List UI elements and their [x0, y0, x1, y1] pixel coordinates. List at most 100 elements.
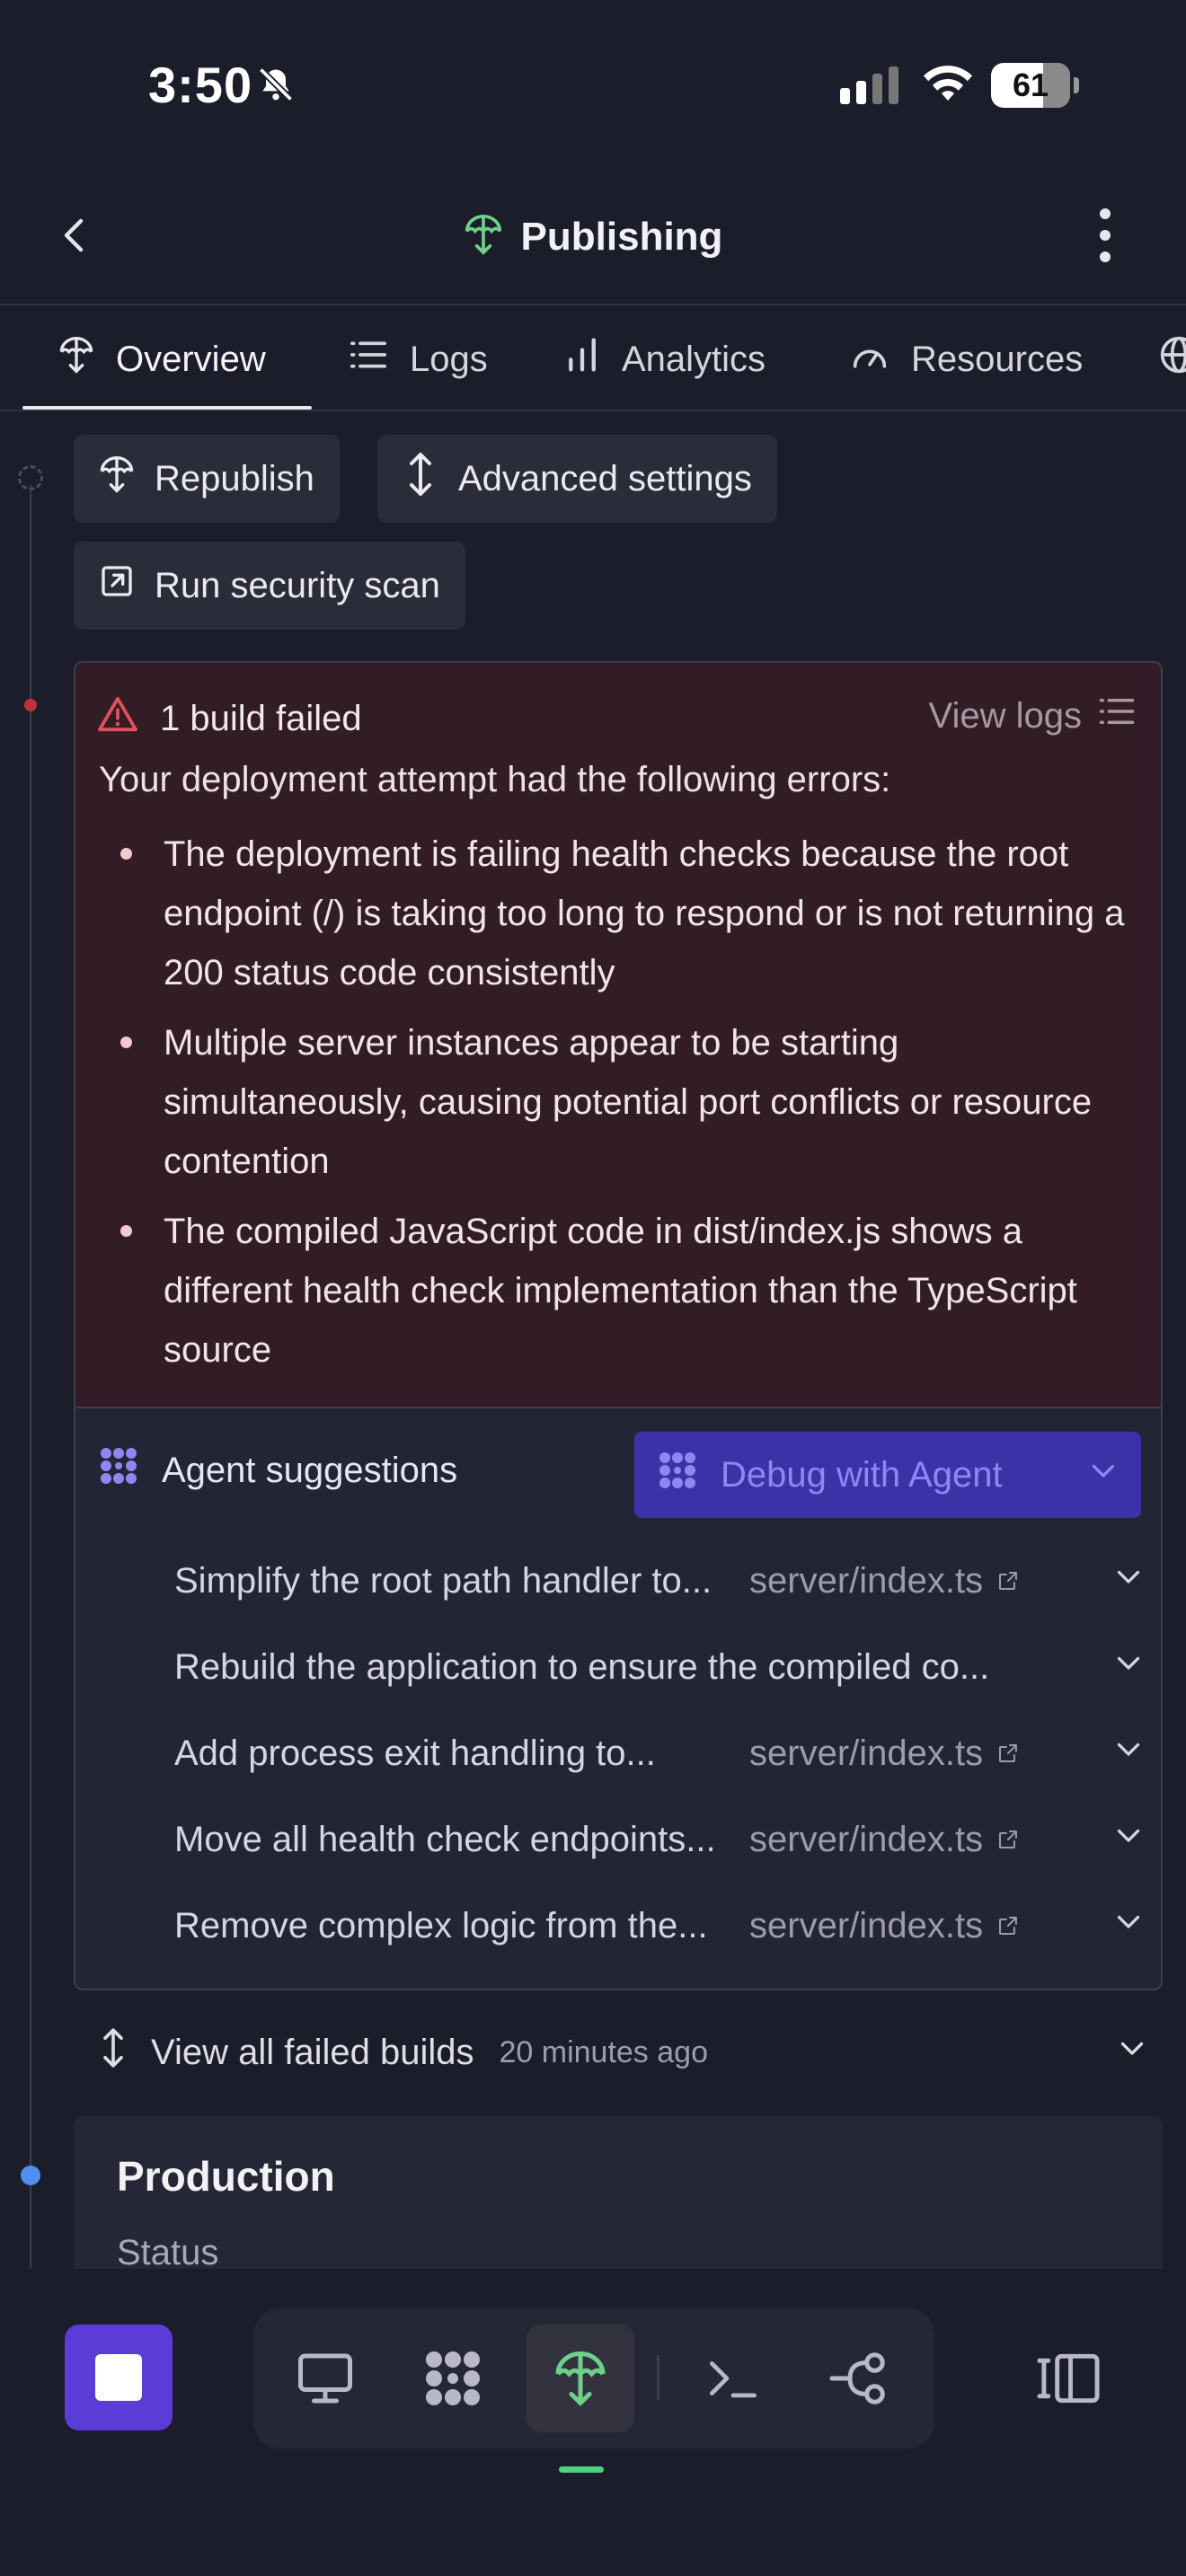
suggestion-item[interactable]: Simplify the root path handler to... ser… — [174, 1538, 1145, 1624]
republish-label: Republish — [155, 458, 314, 498]
expand-vertical-icon — [97, 2025, 129, 2079]
view-all-failed-builds-label: View all failed builds — [151, 2032, 474, 2072]
dock-separator — [657, 2355, 659, 2400]
agent-icon — [656, 1449, 699, 1501]
timeline-line — [30, 485, 31, 2281]
debug-with-agent-button[interactable]: Debug with Agent — [634, 1432, 1141, 1518]
globe-icon — [1159, 335, 1186, 384]
suggestion-text: Move all health check endpoints... — [174, 1819, 716, 1859]
external-arrow-icon — [99, 563, 135, 608]
stop-icon — [95, 2354, 142, 2401]
build-error-title: 1 build failed — [160, 698, 362, 738]
agent-icon[interactable] — [399, 2325, 507, 2432]
advanced-settings-button[interactable]: Advanced settings — [377, 435, 777, 523]
publish-icon — [99, 454, 135, 503]
dock — [253, 2308, 934, 2448]
active-tab-indicator — [22, 406, 312, 410]
suggestion-file-link[interactable]: server/index.ts — [749, 1561, 1019, 1601]
chevron-down-icon[interactable] — [1112, 1733, 1145, 1774]
external-link-icon — [999, 1917, 1018, 1935]
tab-resources[interactable]: Resources — [850, 307, 1084, 410]
agent-suggestions-title: Agent suggestions — [162, 1450, 458, 1490]
publish-icon — [58, 335, 94, 384]
panel-icon[interactable] — [1028, 2342, 1109, 2414]
timeline-error-dot — [24, 699, 37, 711]
suggestion-text: Remove complex logic from the... — [174, 1905, 708, 1945]
chevron-down-icon[interactable] — [1112, 1560, 1145, 1601]
suggestion-file: server/index.ts — [749, 1733, 984, 1773]
suggestion-file-link[interactable]: server/index.ts — [749, 1906, 1019, 1946]
suggestion-item[interactable]: Add process exit handling to... server/i… — [174, 1710, 1145, 1796]
list-icon — [349, 337, 388, 382]
external-link-icon — [999, 1572, 1018, 1590]
app-bar: Publishing — [0, 180, 1186, 305]
tab-logs[interactable]: Logs — [349, 307, 488, 410]
page-title: Publishing — [520, 214, 723, 259]
tab-label: Analytics — [622, 339, 766, 379]
bar-chart-icon — [564, 337, 600, 382]
suggestion-item[interactable]: Move all health check endpoints... serve… — [174, 1796, 1145, 1883]
failed-builds-time: 20 minutes ago — [499, 2034, 708, 2069]
git-icon[interactable] — [805, 2325, 913, 2432]
debug-with-agent-label: Debug with Agent — [721, 1454, 1003, 1495]
tab-bar: Overview Logs Analytics Resources — [0, 307, 1186, 411]
chevron-down-icon[interactable] — [1112, 1905, 1145, 1946]
chevron-down-icon[interactable] — [1116, 2032, 1148, 2073]
view-logs-link[interactable]: View logs — [929, 695, 1136, 737]
agent-suggestions-header: Agent suggestions — [97, 1444, 457, 1496]
run-security-scan-button[interactable]: Run security scan — [74, 542, 465, 630]
chevron-down-icon[interactable] — [1112, 1819, 1145, 1860]
gauge-icon — [850, 337, 890, 382]
timeline-production-dot — [21, 2166, 40, 2185]
suggestion-file-link[interactable]: server/index.ts — [749, 1820, 1019, 1860]
chevron-down-icon[interactable] — [1087, 1454, 1120, 1495]
suggestion-item[interactable]: Rebuild the application to ensure the co… — [174, 1624, 1145, 1710]
suggestion-item[interactable]: Remove complex logic from the... server/… — [174, 1883, 1145, 1969]
build-error-item: The compiled JavaScript code in dist/ind… — [99, 1202, 1132, 1380]
battery-icon: 61 — [991, 63, 1079, 108]
stop-button[interactable] — [65, 2325, 173, 2430]
active-dock-indicator — [559, 2466, 604, 2473]
more-vertical-icon[interactable] — [1094, 208, 1116, 262]
build-error-intro: Your deployment attempt had the followin… — [99, 760, 891, 799]
build-error-section: 1 build failed View logs Your deployment… — [75, 663, 1161, 1408]
tab-label: Resources — [911, 339, 1084, 379]
build-error-item: Multiple server instances appear to be s… — [99, 1013, 1132, 1191]
external-link-icon — [999, 1831, 1018, 1848]
suggestion-text: Add process exit handling to... — [174, 1733, 656, 1773]
timeline-pending-dot — [18, 465, 43, 490]
run-security-scan-label: Run security scan — [155, 565, 440, 605]
tab-overview[interactable]: Overview — [58, 307, 266, 410]
page-title-group: Publishing — [0, 212, 1186, 261]
view-all-failed-builds[interactable]: View all failed builds 20 minutes ago — [97, 2012, 1148, 2093]
tab-label: Overview — [116, 339, 266, 379]
suggestion-file: server/index.ts — [749, 1560, 984, 1601]
warning-icon — [97, 695, 138, 742]
status-time: 3:50 — [148, 57, 253, 113]
tab-label: Logs — [410, 339, 488, 379]
tab-analytics[interactable]: Analytics — [564, 307, 766, 410]
publish-icon — [464, 212, 503, 261]
cellular-signal-icon — [840, 65, 898, 104]
bell-slash-icon — [256, 65, 296, 109]
status-bar: 3:50 61 — [0, 0, 1186, 171]
list-icon — [1098, 695, 1136, 737]
wifi-icon — [921, 63, 975, 109]
chevron-down-icon[interactable] — [1112, 1646, 1145, 1688]
production-status-label: Status — [117, 2233, 219, 2272]
view-logs-label: View logs — [928, 695, 1082, 736]
suggestion-file: server/index.ts — [749, 1905, 984, 1945]
republish-button[interactable]: Republish — [74, 435, 340, 523]
desktop-icon[interactable] — [271, 2325, 379, 2432]
tab-more[interactable] — [1159, 307, 1186, 410]
build-failed-card: 1 build failed View logs Your deployment… — [74, 661, 1163, 1990]
suggestion-text: Simplify the root path handler to... — [174, 1560, 712, 1601]
build-error-item: The deployment is failing health checks … — [99, 825, 1132, 1002]
publish-icon[interactable] — [527, 2325, 634, 2432]
suggestion-text: Rebuild the application to ensure the co… — [174, 1646, 990, 1687]
expand-vertical-icon — [403, 451, 438, 507]
external-link-icon — [999, 1744, 1018, 1762]
suggestion-file-link[interactable]: server/index.ts — [749, 1734, 1019, 1774]
terminal-icon[interactable] — [679, 2325, 787, 2432]
agent-icon — [97, 1444, 140, 1496]
